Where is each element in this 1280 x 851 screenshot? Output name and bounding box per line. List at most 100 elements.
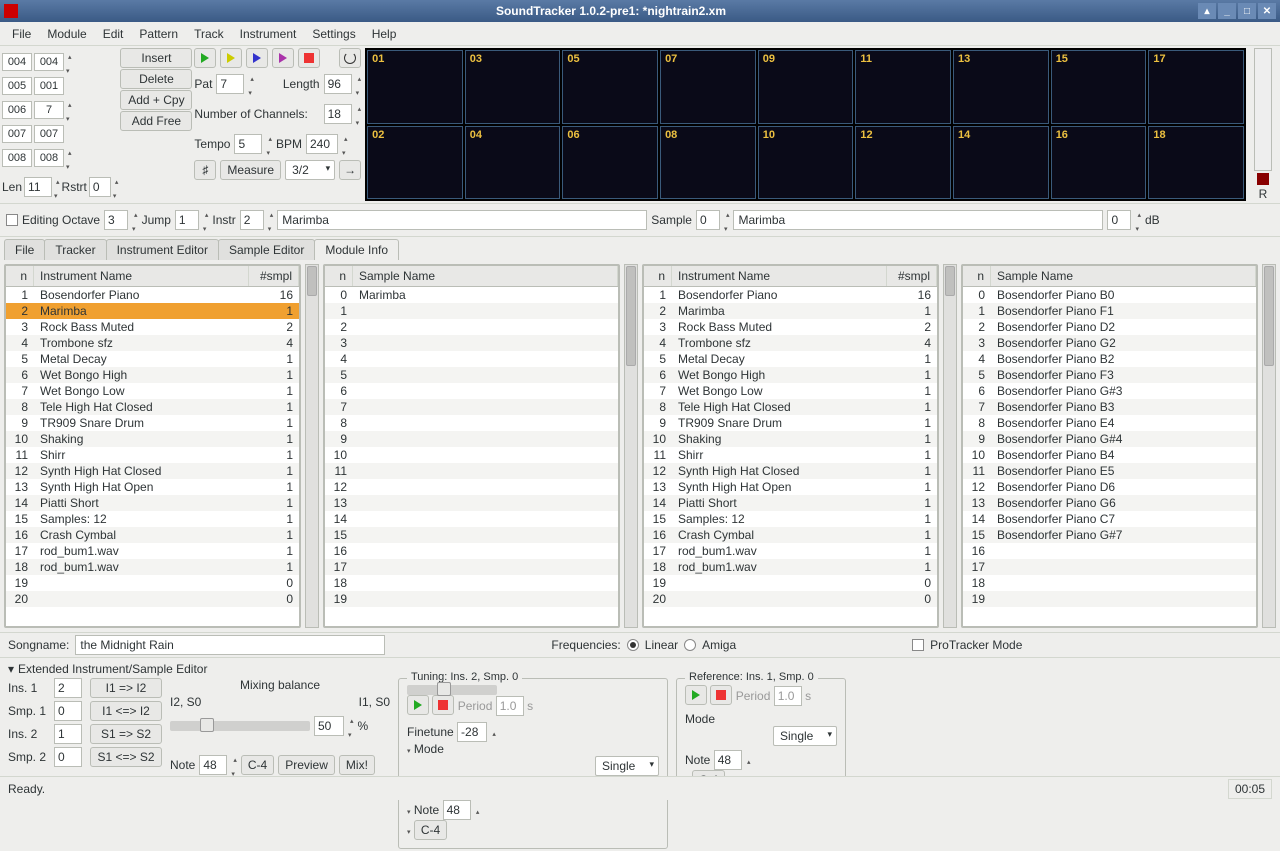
len-input[interactable]: 11 bbox=[24, 177, 52, 197]
instrument-row[interactable]: 4Trombone sfz4 bbox=[6, 335, 299, 351]
sample-spinner[interactable] bbox=[724, 206, 730, 234]
instrument-row[interactable]: 2Marimba1 bbox=[644, 303, 937, 319]
col-sample-name[interactable]: Sample Name bbox=[991, 266, 1256, 286]
maximize-button[interactable]: □ bbox=[1238, 3, 1256, 19]
smp2-input[interactable]: 0 bbox=[54, 747, 82, 767]
sample-row[interactable]: 0Marimba bbox=[325, 287, 618, 303]
tuning-slider[interactable] bbox=[407, 685, 497, 695]
sample-row[interactable]: 12 bbox=[325, 479, 618, 495]
ins1-input[interactable]: 2 bbox=[54, 678, 82, 698]
instr-name-input[interactable]: Marimba bbox=[277, 210, 647, 230]
menu-instrument[interactable]: Instrument bbox=[232, 25, 305, 43]
db-input[interactable]: 0 bbox=[1107, 210, 1131, 230]
instrument-row[interactable]: 1Bosendorfer Piano16 bbox=[644, 287, 937, 303]
sample-row[interactable]: 1 bbox=[325, 303, 618, 319]
scrollbar-4[interactable] bbox=[1262, 264, 1276, 628]
instrument-row[interactable]: 18rod_bum1.wav1 bbox=[644, 559, 937, 575]
edit-octave-checkbox[interactable] bbox=[6, 214, 18, 226]
instrument-row[interactable]: 14Piatti Short1 bbox=[6, 495, 299, 511]
instr-spinner[interactable] bbox=[268, 206, 274, 234]
instrument-row[interactable]: 200 bbox=[6, 591, 299, 607]
length-input[interactable]: 96 bbox=[324, 74, 352, 94]
instrument-row[interactable]: 1Bosendorfer Piano16 bbox=[6, 287, 299, 303]
sample-row[interactable]: 4 bbox=[325, 351, 618, 367]
edit-octave-input[interactable]: 3 bbox=[104, 210, 128, 230]
delete-button[interactable]: Delete bbox=[120, 69, 192, 89]
pos-f-input[interactable]: 7 bbox=[34, 101, 64, 119]
instrument-row[interactable]: 5Metal Decay1 bbox=[644, 351, 937, 367]
bpm-input[interactable]: 240 bbox=[306, 134, 338, 154]
sample-row[interactable]: 7Bosendorfer Piano B3 bbox=[963, 399, 1256, 415]
sample-row[interactable]: 19 bbox=[325, 591, 618, 607]
pattern-cell-13[interactable]: 13 bbox=[953, 50, 1049, 124]
tempo-spinner[interactable] bbox=[266, 130, 272, 158]
sample-row[interactable]: 16 bbox=[325, 543, 618, 559]
instrument-row[interactable]: 200 bbox=[644, 591, 937, 607]
sample-row[interactable]: 9 bbox=[325, 431, 618, 447]
pos-f-spinner[interactable] bbox=[66, 96, 72, 124]
nchan-spinner[interactable] bbox=[356, 100, 362, 128]
sample-row[interactable]: 11 bbox=[325, 463, 618, 479]
tuning-play-button[interactable] bbox=[407, 695, 429, 715]
sample-row[interactable]: 13Bosendorfer Piano G6 bbox=[963, 495, 1256, 511]
pattern-cell-04[interactable]: 04 bbox=[465, 126, 561, 200]
instrument-row[interactable]: 10Shaking1 bbox=[644, 431, 937, 447]
sample-row[interactable]: 14 bbox=[325, 511, 618, 527]
note-c4[interactable]: C-4 bbox=[241, 755, 274, 775]
play-button[interactable] bbox=[194, 48, 216, 68]
instrument-row[interactable]: 13Synth High Hat Open1 bbox=[644, 479, 937, 495]
sample-row[interactable]: 18 bbox=[963, 575, 1256, 591]
col-inst-name[interactable]: Instrument Name bbox=[672, 266, 887, 286]
nchan-input[interactable]: 18 bbox=[324, 104, 352, 124]
sample-row[interactable]: 13 bbox=[325, 495, 618, 511]
pat-spinner[interactable] bbox=[248, 70, 254, 98]
i1-to-i2-button[interactable]: I1 => I2 bbox=[90, 678, 162, 698]
instrument-row[interactable]: 12Synth High Hat Closed1 bbox=[644, 463, 937, 479]
goto-button[interactable]: → bbox=[339, 160, 361, 180]
instrument-row[interactable]: 3Rock Bass Muted2 bbox=[6, 319, 299, 335]
close-button[interactable]: ✕ bbox=[1258, 3, 1276, 19]
tab-file[interactable]: File bbox=[4, 239, 45, 260]
menu-file[interactable]: File bbox=[4, 25, 39, 43]
instrument-row[interactable]: 190 bbox=[644, 575, 937, 591]
preview-button[interactable]: Preview bbox=[278, 755, 335, 775]
tab-instrument-editor[interactable]: Instrument Editor bbox=[106, 239, 219, 260]
protracker-checkbox[interactable] bbox=[912, 639, 924, 651]
col-inst-name[interactable]: Instrument Name bbox=[34, 266, 249, 286]
scrollbar-3[interactable] bbox=[943, 264, 957, 628]
t-note-input[interactable]: 48 bbox=[443, 800, 471, 820]
songname-input[interactable]: the Midnight Rain bbox=[75, 635, 385, 655]
instrument-row[interactable]: 11Shirr1 bbox=[6, 447, 299, 463]
pattern-cell-14[interactable]: 14 bbox=[953, 126, 1049, 200]
pattern-cell-15[interactable]: 15 bbox=[1051, 50, 1147, 124]
sample-row[interactable]: 1Bosendorfer Piano F1 bbox=[963, 303, 1256, 319]
tempo-input[interactable]: 5 bbox=[234, 134, 262, 154]
minimize-button[interactable]: ▴ bbox=[1198, 3, 1216, 19]
add-cpy-button[interactable]: Add + Cpy bbox=[120, 90, 192, 110]
col-smpl[interactable]: #smpl bbox=[887, 266, 937, 286]
jump-input[interactable]: 1 bbox=[175, 210, 199, 230]
instrument-row[interactable]: 9TR909 Snare Drum1 bbox=[6, 415, 299, 431]
col-n[interactable]: n bbox=[963, 266, 991, 286]
sample-row[interactable]: 16 bbox=[963, 543, 1256, 559]
play-block-button[interactable] bbox=[272, 48, 294, 68]
pattern-cell-17[interactable]: 17 bbox=[1148, 50, 1244, 124]
sample-row[interactable]: 0Bosendorfer Piano B0 bbox=[963, 287, 1256, 303]
pattern-cell-09[interactable]: 09 bbox=[758, 50, 854, 124]
pos-spinner[interactable] bbox=[66, 48, 72, 76]
finetune-input[interactable]: -28 bbox=[457, 722, 487, 742]
sample-row[interactable]: 2 bbox=[325, 319, 618, 335]
sample-row[interactable]: 18 bbox=[325, 575, 618, 591]
instrument-row[interactable]: 13Synth High Hat Open1 bbox=[6, 479, 299, 495]
sample-row[interactable]: 6 bbox=[325, 383, 618, 399]
mix-pct-input[interactable]: 50 bbox=[314, 716, 344, 736]
sample-input[interactable]: 0 bbox=[696, 210, 720, 230]
instrument-row[interactable]: 12Synth High Hat Closed1 bbox=[6, 463, 299, 479]
pattern-cell-01[interactable]: 01 bbox=[367, 50, 463, 124]
pattern-cell-12[interactable]: 12 bbox=[855, 126, 951, 200]
sample-row[interactable]: 5Bosendorfer Piano F3 bbox=[963, 367, 1256, 383]
sample-row[interactable]: 17 bbox=[963, 559, 1256, 575]
s1-to-s2-button[interactable]: S1 => S2 bbox=[90, 724, 162, 744]
sample-row[interactable]: 8 bbox=[325, 415, 618, 431]
col-n[interactable]: n bbox=[6, 266, 34, 286]
